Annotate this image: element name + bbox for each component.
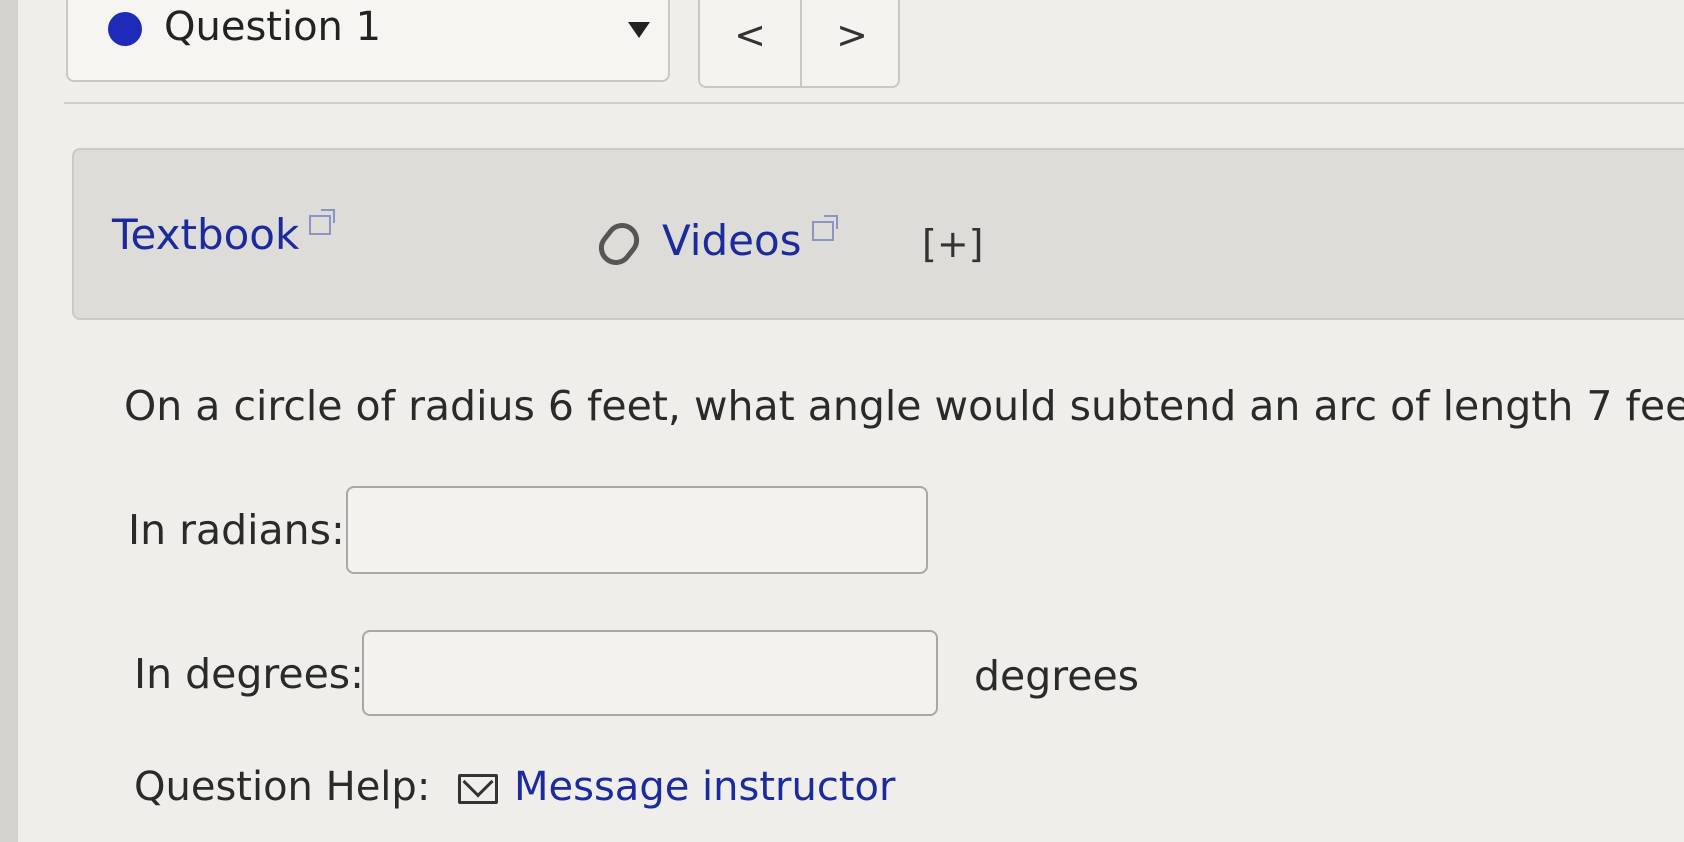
caret-down-icon[interactable] [628,22,650,38]
radians-input[interactable] [346,486,928,574]
question-nav: < > [698,0,900,88]
header-divider [64,102,1684,104]
videos-link-label: Videos [662,216,802,265]
external-link-icon [309,209,336,235]
question-selector-label: Question 1 [164,4,382,50]
question-status-dot [108,12,142,46]
question-help-label: Question Help: [134,764,431,810]
radians-label: In radians: [128,506,345,554]
message-instructor-link[interactable]: Message instructor [514,764,895,810]
textbook-link[interactable]: Textbook [112,209,336,259]
textbook-link-label: Textbook [112,210,300,259]
resources-bar: Textbook Videos [+] [72,148,1684,320]
videos-link[interactable]: Videos [662,215,838,265]
expand-videos-button[interactable]: [+] [922,222,984,266]
previous-question-button[interactable]: < [700,0,802,86]
mail-icon[interactable] [458,774,498,804]
degrees-input[interactable] [362,630,938,716]
left-edge [0,0,18,842]
degrees-label: In degrees: [134,650,364,698]
degrees-unit: degrees [974,652,1140,700]
external-link-icon [811,215,838,241]
question-prompt: On a circle of radius 6 feet, what angle… [124,382,1684,430]
question-selector[interactable]: Question 1 [66,0,670,82]
next-question-button[interactable]: > [802,0,902,86]
paperclip-icon [592,216,646,272]
